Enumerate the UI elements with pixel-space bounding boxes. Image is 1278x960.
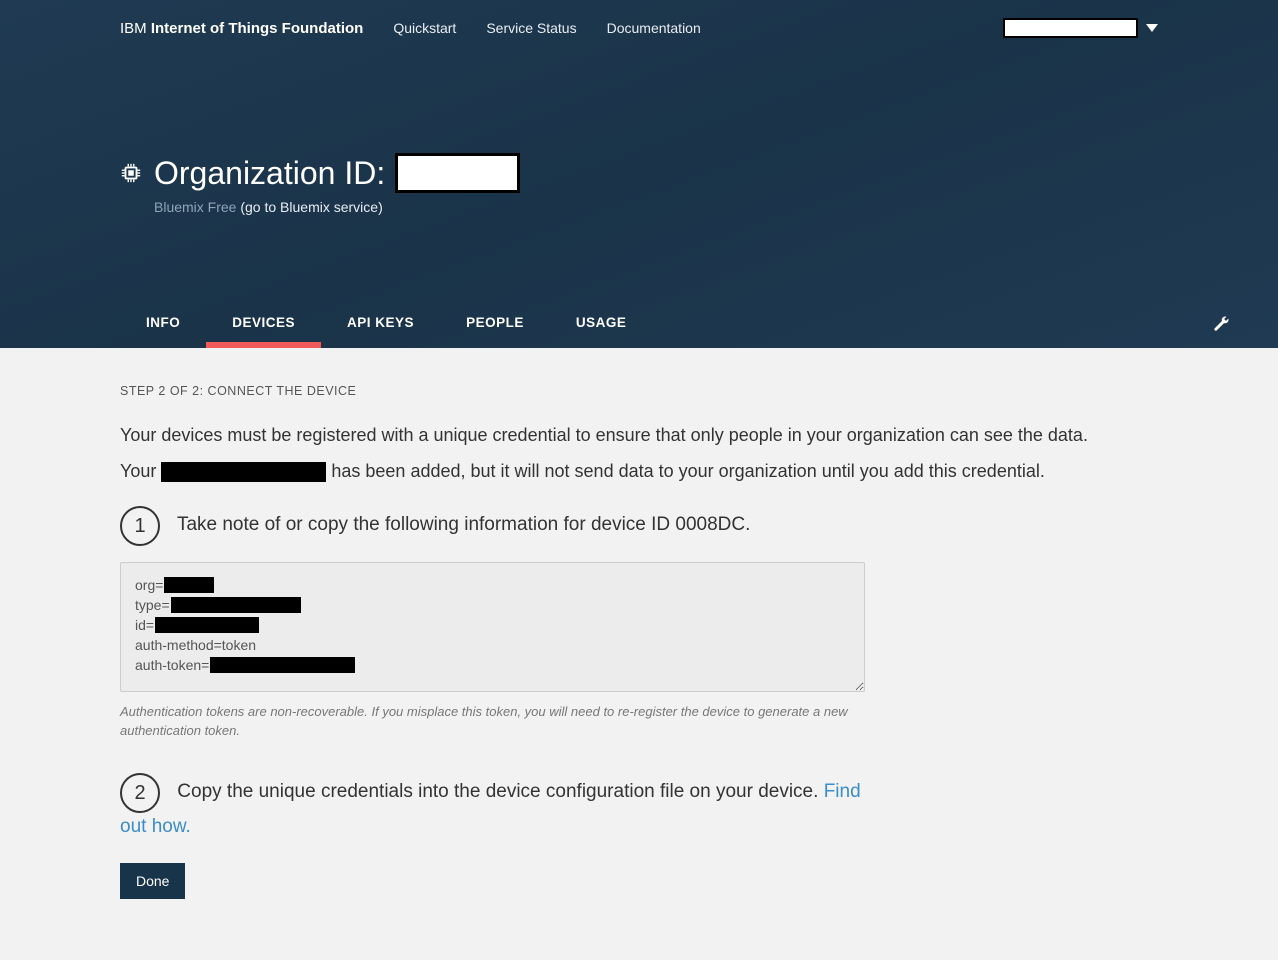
tab-info[interactable]: INFO xyxy=(120,315,206,348)
device-type-redacted xyxy=(161,462,326,482)
cred-auth-token-redacted xyxy=(210,657,355,673)
org-id-label: Organization ID: xyxy=(154,155,385,192)
cred-id-redacted xyxy=(155,617,259,633)
done-button[interactable]: Done xyxy=(120,863,185,899)
description-line-2: Your has been added, but it will not sen… xyxy=(120,458,1120,486)
credentials-box[interactable]: org= type= id= auth-method=token auth-to… xyxy=(120,562,865,692)
plan-name: Bluemix Free xyxy=(154,199,236,215)
chevron-down-icon xyxy=(1146,24,1158,32)
cred-auth-token: auth-token= xyxy=(135,655,850,675)
token-warning-note: Authentication tokens are non-recoverabl… xyxy=(120,702,865,741)
cred-type: type= xyxy=(135,595,850,615)
tab-api-keys[interactable]: API KEYS xyxy=(321,315,440,348)
nav-documentation[interactable]: Documentation xyxy=(607,20,701,36)
tab-devices[interactable]: DEVICES xyxy=(206,315,321,348)
brand-light: IBM xyxy=(120,20,151,37)
description-line-1: Your devices must be registered with a u… xyxy=(120,422,1120,450)
org-subtitle: Bluemix Free (go to Bluemix service) xyxy=(154,199,1158,215)
brand[interactable]: IBM Internet of Things Foundation xyxy=(120,20,363,37)
step-1: 1 Take note of or copy the following inf… xyxy=(120,504,865,546)
cred-org: org= xyxy=(135,575,850,595)
nav-quickstart[interactable]: Quickstart xyxy=(393,20,456,36)
cred-org-redacted xyxy=(164,577,214,593)
tab-usage[interactable]: USAGE xyxy=(550,315,653,348)
plan-link[interactable]: (go to Bluemix service) xyxy=(236,199,382,215)
step-2: 2 Copy the unique credentials into the d… xyxy=(120,771,865,842)
step-heading: STEP 2 OF 2: CONNECT THE DEVICE xyxy=(120,384,1158,398)
tab-people[interactable]: PEOPLE xyxy=(440,315,550,348)
cred-id: id= xyxy=(135,615,850,635)
step-1-text: Take note of or copy the following infor… xyxy=(177,514,745,535)
brand-bold: Internet of Things Foundation xyxy=(151,20,363,37)
chip-icon xyxy=(120,162,142,184)
nav-service-status[interactable]: Service Status xyxy=(486,20,576,36)
page-title: Organization ID: xyxy=(154,153,520,193)
step-1-number: 1 xyxy=(120,506,160,546)
step-2-number: 2 xyxy=(120,773,160,813)
cred-auth-method: auth-method=token xyxy=(135,635,850,655)
org-id-redacted xyxy=(395,153,520,193)
user-menu[interactable] xyxy=(1003,18,1158,38)
step-2-text: Copy the unique credentials into the dev… xyxy=(177,781,823,802)
cred-type-redacted xyxy=(171,597,301,613)
user-name-redacted xyxy=(1003,18,1138,38)
settings-icon[interactable] xyxy=(1212,315,1230,348)
